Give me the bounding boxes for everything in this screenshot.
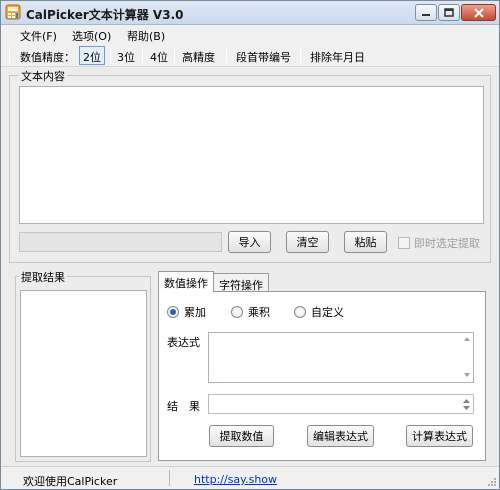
radio-indicator — [167, 306, 179, 318]
status-divider — [169, 470, 170, 486]
radio-indicator — [294, 306, 306, 318]
result-label: 结 果 — [167, 400, 200, 413]
expression-label: 表达式 — [167, 336, 200, 349]
text-content-textarea[interactable] — [19, 86, 484, 224]
minimize-button[interactable] — [415, 4, 437, 21]
toolbar-divider — [226, 48, 227, 63]
mode-custom-radio[interactable]: 自定义 — [294, 304, 344, 320]
resize-grip-icon[interactable] — [487, 477, 497, 487]
mode-sum-radio[interactable]: 累加 — [167, 304, 206, 320]
calc-expression-button[interactable]: 计算表达式 — [406, 425, 473, 447]
maximize-icon — [444, 8, 454, 17]
checkbox-box — [398, 237, 410, 249]
maximize-button[interactable] — [438, 4, 460, 21]
menu-options[interactable]: 选项(O) — [72, 28, 111, 44]
instant-extract-label: 即时选定提取 — [414, 237, 480, 250]
title-bar[interactable]: CalPicker文本计算器 V3.0 — [1, 1, 499, 25]
precision-4-button[interactable]: 4位 — [150, 49, 168, 65]
window-title: CalPicker文本计算器 V3.0 — [26, 8, 184, 22]
text-content-label: 文本内容 — [19, 68, 67, 84]
status-bar: 欢迎使用CalPicker http://say.show — [1, 466, 499, 489]
result-spin-up-icon[interactable] — [462, 397, 471, 404]
mode-product-radio[interactable]: 乘积 — [231, 304, 270, 320]
mode-custom-label: 自定义 — [311, 306, 344, 319]
instant-extract-checkbox[interactable]: 即时选定提取 — [398, 235, 480, 251]
menu-file[interactable]: 文件(F) — [20, 28, 57, 44]
tab-char[interactable]: 字符操作 — [213, 273, 269, 292]
toolbar-divider — [110, 48, 111, 63]
menu-help[interactable]: 帮助(B) — [127, 28, 165, 44]
website-link[interactable]: http://say.show — [194, 473, 277, 486]
extract-results-label: 提取结果 — [19, 269, 67, 285]
expression-textarea[interactable] — [208, 332, 474, 383]
toolbar-divider — [142, 48, 143, 63]
edit-expression-button[interactable]: 编辑表达式 — [307, 425, 374, 447]
calculator-app-icon — [5, 4, 21, 20]
mode-sum-label: 累加 — [184, 306, 206, 319]
toolbar-divider — [9, 48, 10, 63]
close-icon — [473, 7, 484, 18]
result-field[interactable] — [208, 394, 474, 414]
extract-number-button[interactable]: 提取数值 — [209, 425, 274, 447]
paragraph-number-button[interactable]: 段首带编号 — [236, 49, 291, 65]
app-window: CalPicker文本计算器 V3.0 文件(F) 选项(O) 帮助(B) 数值… — [0, 0, 500, 490]
tab-numeric[interactable]: 数值操作 — [158, 271, 214, 292]
menu-bar: 文件(F) 选项(O) 帮助(B) — [1, 25, 499, 45]
close-button[interactable] — [461, 4, 496, 21]
toolbar-divider — [174, 48, 175, 63]
scroll-up-icon[interactable] — [462, 334, 472, 344]
status-message: 欢迎使用CalPicker — [23, 475, 118, 488]
scroll-down-icon[interactable] — [462, 370, 472, 380]
extract-status-field — [19, 232, 222, 252]
clear-button[interactable]: 清空 — [286, 231, 329, 253]
high-precision-button[interactable]: 高精度 — [182, 49, 215, 65]
extract-results-list[interactable] — [20, 290, 147, 457]
minimize-icon — [422, 13, 430, 16]
mode-product-label: 乘积 — [248, 306, 270, 319]
exclude-date-button[interactable]: 排除年月日 — [310, 49, 365, 65]
precision-2-button[interactable]: 2位 — [79, 46, 105, 65]
toolbar-divider — [300, 48, 301, 63]
radio-indicator — [231, 306, 243, 318]
paste-button[interactable]: 粘贴 — [344, 231, 387, 253]
toolbar: 数值精度： 2位 3位 4位 高精度 段首带编号 排除年月日 — [1, 45, 499, 67]
precision-3-button[interactable]: 3位 — [117, 49, 135, 65]
result-spin-down-icon[interactable] — [462, 405, 471, 412]
precision-label: 数值精度： — [20, 51, 75, 64]
import-button[interactable]: 导入 — [228, 231, 271, 253]
